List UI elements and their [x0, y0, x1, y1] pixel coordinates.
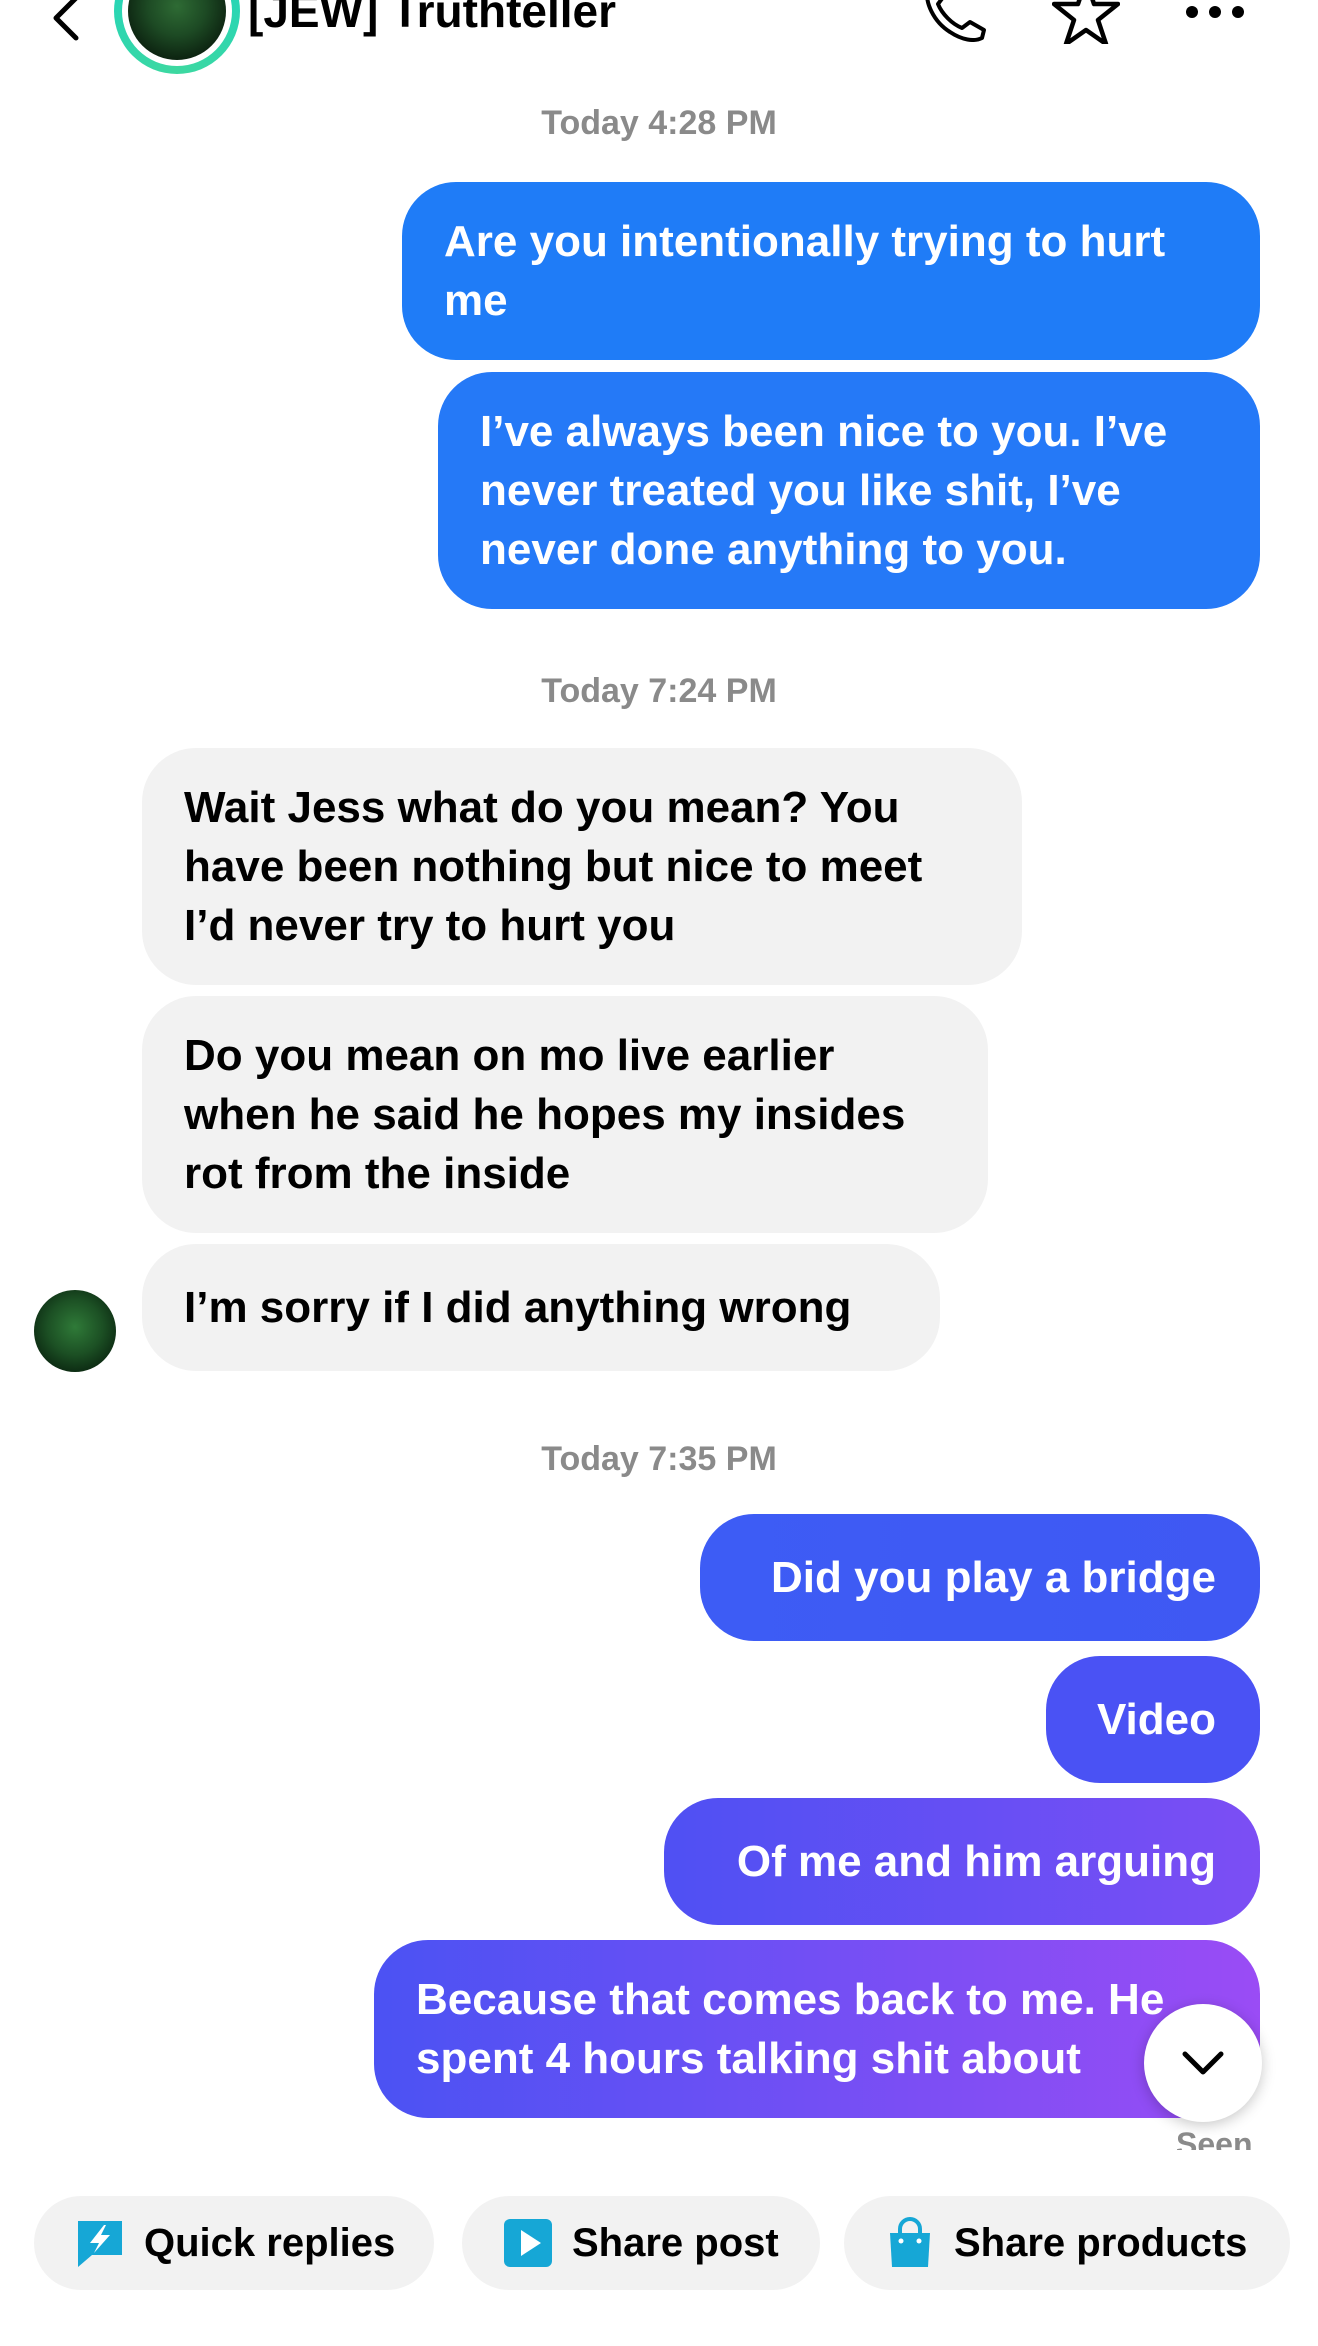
contact-avatar[interactable]	[114, 0, 240, 74]
contact-name[interactable]: [JEW] Truthteller	[248, 0, 616, 38]
message-line: when he said he hopes my insides	[184, 1090, 906, 1139]
message-line: have been nothing but nice to meet	[184, 842, 923, 891]
scroll-to-bottom-button[interactable]	[1144, 2004, 1262, 2122]
contact-avatar-small[interactable]	[34, 1290, 116, 1372]
outgoing-message[interactable]: Did you play a bridge	[700, 1514, 1260, 1641]
more-icon[interactable]	[1184, 0, 1246, 24]
message-line: Because that comes back to me. He	[416, 1975, 1165, 2024]
outgoing-message[interactable]: Of me and him arguing	[664, 1798, 1260, 1925]
phone-icon[interactable]	[920, 0, 990, 42]
shortcut-bar: Quick replies Share post Share products	[0, 2150, 1318, 2346]
chip-label: Share post	[572, 2220, 779, 2265]
message-line: Are you intentionally trying to hurt	[444, 217, 1166, 266]
shopping-bag-icon	[890, 2217, 930, 2267]
chip-label: Share products	[954, 2220, 1248, 2265]
incoming-message[interactable]: Do you mean on mo live earlier when he s…	[142, 996, 988, 1233]
quick-replies-button[interactable]: Quick replies	[34, 2196, 434, 2290]
share-post-button[interactable]: Share post	[462, 2196, 820, 2290]
outgoing-message[interactable]: Because that comes back to me. He spent …	[374, 1940, 1260, 2118]
chat-header: [JEW] Truthteller	[0, 0, 1318, 74]
share-products-button[interactable]: Share products	[844, 2196, 1290, 2290]
outgoing-message[interactable]: I’ve always been nice to you. I’ve never…	[438, 372, 1260, 609]
outgoing-message[interactable]: Video	[1046, 1656, 1260, 1783]
outgoing-message[interactable]: Are you intentionally trying to hurt me	[402, 182, 1260, 360]
back-icon[interactable]	[44, 0, 92, 42]
chevron-down-icon	[1182, 2051, 1224, 2075]
message-line: never done anything to you.	[480, 525, 1067, 574]
message-line: I’m sorry if I did anything wrong	[184, 1283, 852, 1332]
message-line: I’ve always been nice to you. I’ve	[480, 407, 1168, 456]
message-line: Did you play a bridge	[771, 1553, 1216, 1602]
message-line: Of me and him arguing	[736, 1837, 1216, 1886]
message-line: Wait Jess what do you mean? You	[184, 783, 900, 832]
lightning-bubble-icon	[78, 2221, 122, 2267]
message-line: rot from the inside	[184, 1149, 571, 1198]
message-line: never treated you like shit, I’ve	[480, 466, 1121, 515]
message-line: me	[444, 276, 508, 325]
chip-label: Quick replies	[144, 2220, 396, 2265]
message-line: Video	[1096, 1695, 1216, 1744]
message-line: I’d never try to hurt you	[184, 901, 676, 950]
incoming-message[interactable]: I’m sorry if I did anything wrong	[142, 1244, 940, 1371]
play-square-icon	[504, 2219, 552, 2267]
timestamp: Today 4:28 PM	[541, 104, 777, 142]
timestamp: Today 7:35 PM	[541, 1440, 777, 1478]
star-icon[interactable]	[1052, 0, 1120, 44]
message-line: Do you mean on mo live earlier	[184, 1031, 835, 1080]
timestamp: Today 7:24 PM	[541, 672, 777, 710]
incoming-message[interactable]: Wait Jess what do you mean? You have bee…	[142, 748, 1022, 985]
message-line: spent 4 hours talking shit about	[416, 2034, 1081, 2083]
